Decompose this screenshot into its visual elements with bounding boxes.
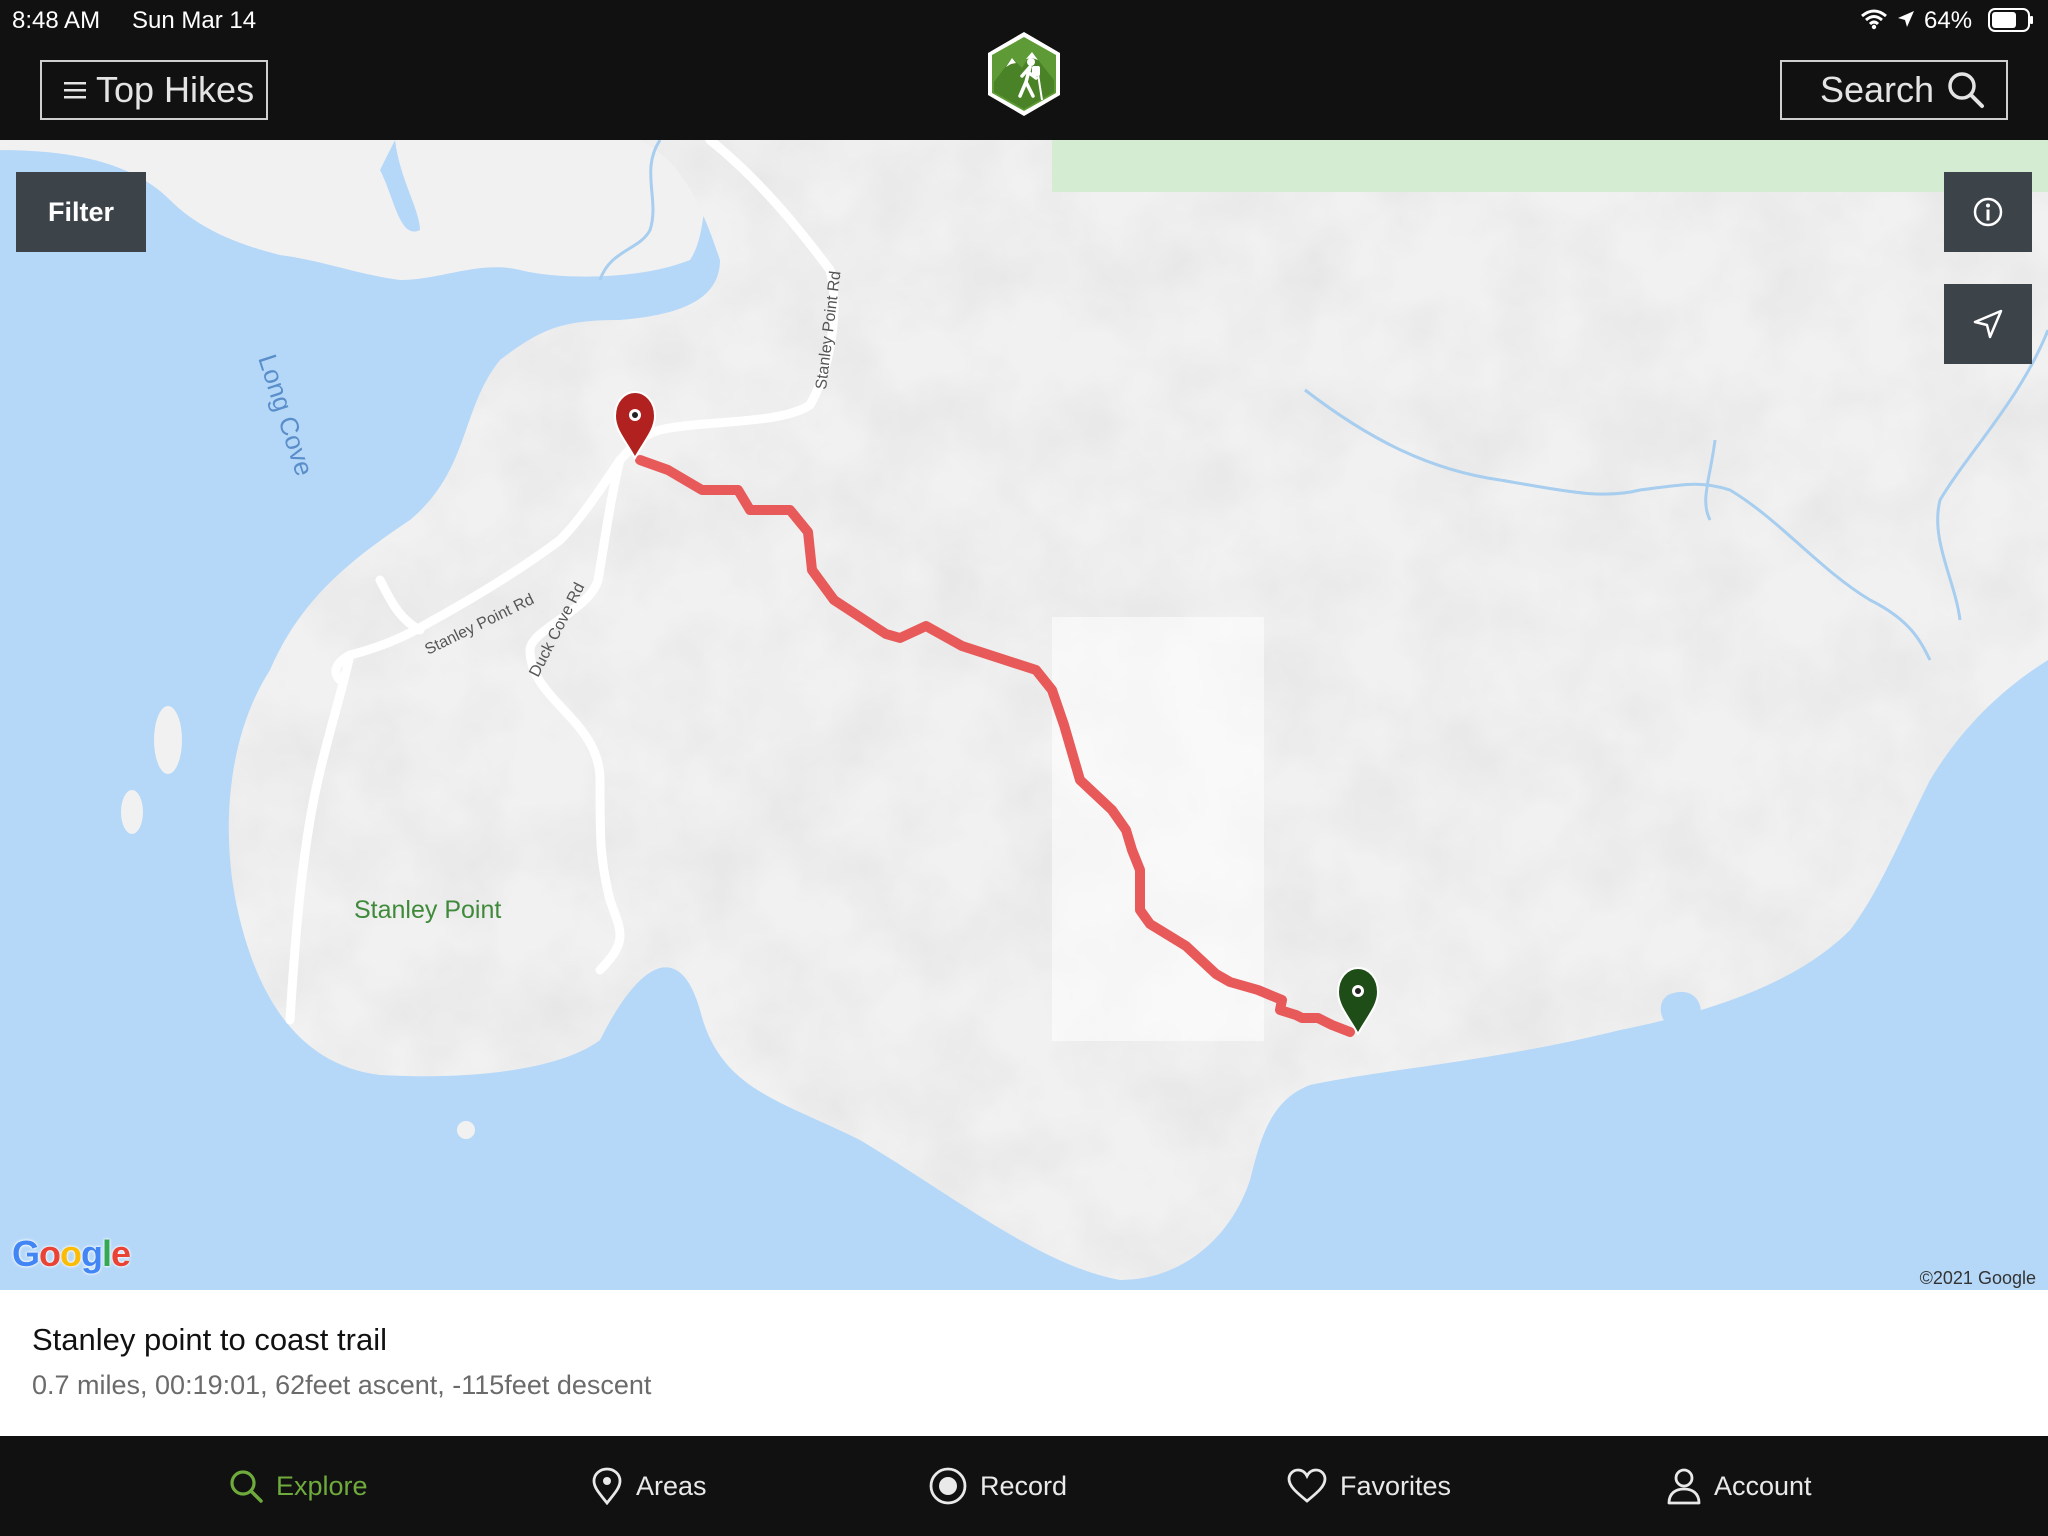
heart-icon	[1287, 1468, 1327, 1503]
tab-favorites[interactable]: Favorites	[1286, 1436, 1451, 1536]
bottom-tab-bar: Explore Areas Record Favorites Account	[0, 1436, 2048, 1536]
navigation-arrow-icon	[1973, 309, 2003, 339]
trail-title: Stanley point to coast trail	[32, 1322, 387, 1357]
info-icon	[1973, 197, 2003, 227]
tab-explore-label: Explore	[276, 1470, 368, 1501]
battery-icon	[1988, 8, 2033, 32]
location-arrow-icon	[1898, 11, 1914, 27]
tab-record-label: Record	[980, 1470, 1068, 1501]
trail-map[interactable]: Long Cove Stanley Point Rd Stanley Point…	[0, 140, 2048, 1290]
status-time: 8:48 AM	[12, 7, 101, 34]
tab-account-label: Account	[1714, 1470, 1812, 1501]
hiker-badge-icon[interactable]	[976, 22, 1072, 126]
tab-account[interactable]: Account	[1666, 1436, 1812, 1536]
map-copyright: ©2021 Google	[1919, 1268, 2036, 1288]
top-hikes-label: Top Hikes	[96, 69, 255, 110]
status-date: Sun Mar 14	[132, 7, 257, 34]
battery-percent: 64%	[1924, 7, 1973, 34]
top-hikes-menu-button[interactable]: Top Hikes	[40, 60, 268, 120]
filter-button[interactable]: Filter	[16, 172, 146, 252]
map-pin-icon	[592, 1467, 622, 1505]
wifi-icon	[1861, 9, 1887, 30]
map-info-button[interactable]	[1944, 172, 2032, 252]
search-label: Search	[1820, 69, 1935, 110]
tab-areas-label: Areas	[636, 1470, 707, 1501]
google-logo: Google	[12, 1233, 131, 1274]
tab-favorites-label: Favorites	[1340, 1470, 1452, 1501]
record-icon	[929, 1467, 967, 1505]
my-location-button[interactable]	[1944, 284, 2032, 364]
hamburger-icon	[64, 82, 86, 99]
trail-info-panel[interactable]: Stanley point to coast trail 0.7 miles, …	[0, 1290, 2048, 1436]
trail-stats: 0.7 miles, 00:19:01, 62feet ascent, -115…	[32, 1370, 652, 1400]
search-button[interactable]: Search	[1780, 60, 2008, 120]
search-icon	[1948, 72, 1985, 108]
tab-explore[interactable]: Explore	[228, 1436, 368, 1536]
person-icon	[1667, 1468, 1701, 1505]
label-stanley-point: Stanley Point	[354, 896, 501, 924]
search-icon	[230, 1470, 263, 1503]
tab-record[interactable]: Record	[928, 1436, 1067, 1536]
tab-areas[interactable]: Areas	[590, 1436, 707, 1536]
map-canvas: Long Cove Stanley Point Rd Stanley Point…	[0, 140, 2048, 1290]
